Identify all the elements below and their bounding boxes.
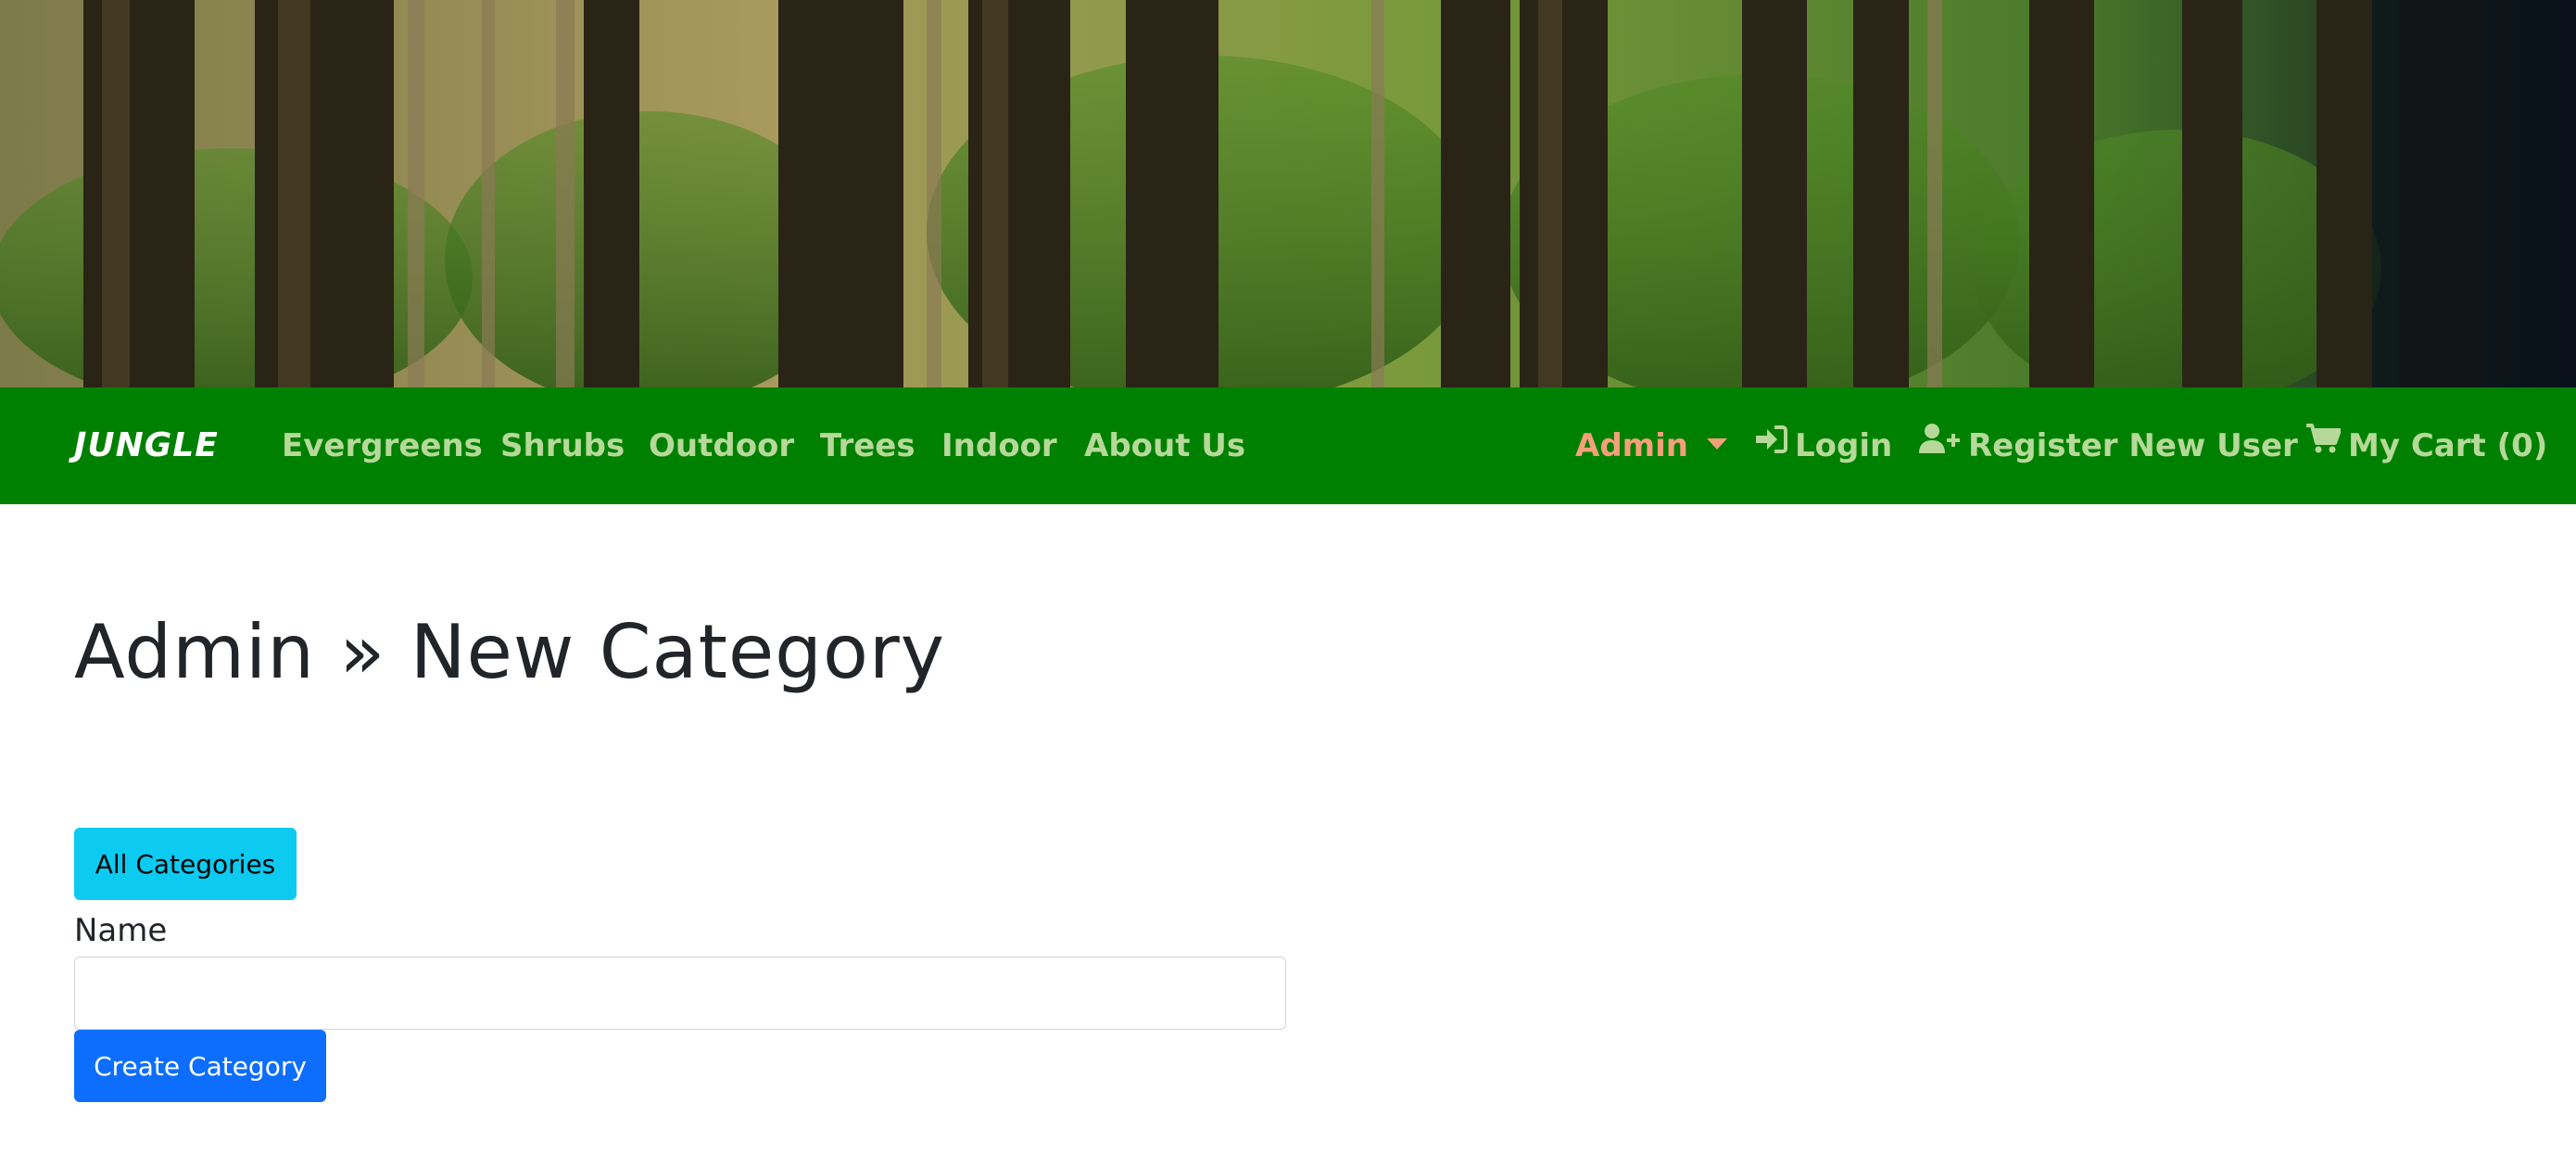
register-label: Register New User bbox=[1968, 427, 2298, 464]
nav-link-evergreens[interactable]: Evergreens bbox=[282, 415, 483, 476]
register-link[interactable]: Register New User bbox=[1918, 415, 2298, 476]
nav-link-trees[interactable]: Trees bbox=[820, 415, 915, 476]
cart-link[interactable]: My Cart (0) bbox=[2305, 415, 2547, 476]
create-category-button[interactable]: Create Category bbox=[74, 1030, 326, 1102]
category-name-input[interactable] bbox=[74, 957, 1286, 1030]
nav-link-about-us[interactable]: About Us bbox=[1084, 415, 1245, 476]
nav-link-outdoor[interactable]: Outdoor bbox=[649, 415, 794, 476]
name-label: Name bbox=[74, 912, 168, 949]
nav-link-shrubs[interactable]: Shrubs bbox=[500, 415, 625, 476]
shopping-cart-icon bbox=[2305, 413, 2342, 475]
user-plus-icon bbox=[1918, 413, 1961, 475]
main-navbar: JUNGLE Evergreens Shrubs Outdoor Trees I… bbox=[0, 387, 2576, 504]
forest-illustration bbox=[0, 0, 2576, 387]
cart-label: My Cart (0) bbox=[2348, 427, 2548, 464]
login-label: Login bbox=[1795, 427, 1893, 464]
hero-banner-image bbox=[0, 0, 2576, 387]
admin-dropdown-toggle[interactable]: Admin bbox=[1575, 415, 1727, 476]
sign-in-icon bbox=[1754, 413, 1787, 475]
brand-logo[interactable]: JUNGLE bbox=[74, 415, 219, 476]
all-categories-button[interactable]: All Categories bbox=[74, 828, 297, 900]
caret-down-icon bbox=[1706, 438, 1727, 450]
admin-label: Admin bbox=[1575, 427, 1688, 464]
nav-link-indoor[interactable]: Indoor bbox=[941, 415, 1057, 476]
login-link[interactable]: Login bbox=[1754, 415, 1892, 476]
page-title: Admin » New Category bbox=[74, 609, 946, 695]
